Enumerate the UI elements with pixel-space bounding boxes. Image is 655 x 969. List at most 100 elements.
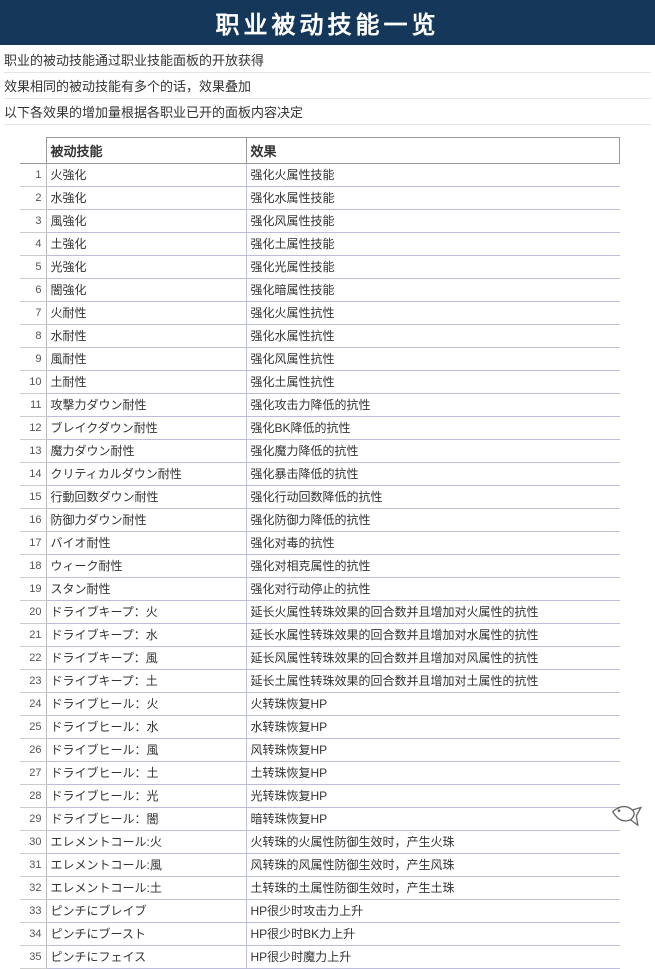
row-skill: スタン耐性 [46, 578, 246, 601]
row-skill: 光強化 [46, 256, 246, 279]
table-row: 27ドライブヒール：土土转珠恢复HP [20, 762, 620, 785]
table-row: 20ドライブキープ：火延长火属性转珠效果的回合数并且增加对火属性的抗性 [20, 601, 620, 624]
row-skill: エレメントコール:風 [46, 854, 246, 877]
row-index: 20 [20, 601, 46, 624]
row-effect: 暗转珠恢复HP [246, 808, 620, 831]
row-index: 32 [20, 877, 46, 900]
row-index: 3 [20, 210, 46, 233]
table-row: 9風耐性强化风属性抗性 [20, 348, 620, 371]
row-effect: 强化暗属性技能 [246, 279, 620, 302]
row-index: 17 [20, 532, 46, 555]
row-effect: 风转珠的风属性防御生效时，产生风珠 [246, 854, 620, 877]
row-index: 5 [20, 256, 46, 279]
table-row: 4土強化强化土属性技能 [20, 233, 620, 256]
row-effect: 强化对毒的抗性 [246, 532, 620, 555]
row-skill: ウィーク耐性 [46, 555, 246, 578]
table-row: 18ウィーク耐性强化对相克属性的抗性 [20, 555, 620, 578]
row-effect: 风转珠恢复HP [246, 739, 620, 762]
row-effect: 强化暴击降低的抗性 [246, 463, 620, 486]
row-skill: ドライブヒール：闇 [46, 808, 246, 831]
row-effect: 光转珠恢复HP [246, 785, 620, 808]
table-row: 28ドライブヒール：光光转珠恢复HP [20, 785, 620, 808]
row-index: 10 [20, 371, 46, 394]
row-skill: バイオ耐性 [46, 532, 246, 555]
row-effect: 延长火属性转珠效果的回合数并且增加对火属性的抗性 [246, 601, 620, 624]
table-row: 19スタン耐性强化对行动停止的抗性 [20, 578, 620, 601]
table-row: 25ドライブヒール：水水转珠恢复HP [20, 716, 620, 739]
row-index: 4 [20, 233, 46, 256]
row-effect: 土转珠的土属性防御生效时，产生土珠 [246, 877, 620, 900]
row-effect: HP很少时魔力上升 [246, 946, 620, 969]
table-row: 11攻撃力ダウン耐性强化攻击力降低的抗性 [20, 394, 620, 417]
table-row: 24ドライブヒール：火火转珠恢复HP [20, 693, 620, 716]
row-index: 26 [20, 739, 46, 762]
row-skill: 風強化 [46, 210, 246, 233]
row-effect: 水转珠恢复HP [246, 716, 620, 739]
row-skill: ドライブヒール：土 [46, 762, 246, 785]
row-skill: ピンチにフェイス [46, 946, 246, 969]
row-index: 15 [20, 486, 46, 509]
table-row: 8水耐性强化水属性抗性 [20, 325, 620, 348]
page-title: 职业被动技能一览 [0, 0, 655, 45]
table-row: 26ドライブヒール：風风转珠恢复HP [20, 739, 620, 762]
row-effect: 土转珠恢复HP [246, 762, 620, 785]
row-index: 29 [20, 808, 46, 831]
intro-line: 以下各效果的增加量根据各职业已开的面板内容决定 [4, 99, 651, 125]
row-skill: ドライブヒール：風 [46, 739, 246, 762]
row-effect: 延长风属性转珠效果的回合数并且增加对风属性的抗性 [246, 647, 620, 670]
row-effect: 强化水属性技能 [246, 187, 620, 210]
row-skill: ドライブヒール：火 [46, 693, 246, 716]
table-row: 23ドライブキープ：土延长土属性转珠效果的回合数并且增加对土属性的抗性 [20, 670, 620, 693]
row-index: 24 [20, 693, 46, 716]
table-row: 1火強化强化火属性技能 [20, 164, 620, 187]
row-skill: 行動回数ダウン耐性 [46, 486, 246, 509]
row-index: 35 [20, 946, 46, 969]
intro-line: 效果相同的被动技能有多个的话，效果叠加 [4, 73, 651, 99]
table-row: 5光強化强化光属性技能 [20, 256, 620, 279]
row-effect: 强化魔力降低的抗性 [246, 440, 620, 463]
row-index: 14 [20, 463, 46, 486]
row-effect: HP很少时BK力上升 [246, 923, 620, 946]
table-row: 12ブレイクダウン耐性强化BK降低的抗性 [20, 417, 620, 440]
table-row: 16防御力ダウン耐性强化防御力降低的抗性 [20, 509, 620, 532]
row-effect: 强化土属性技能 [246, 233, 620, 256]
row-skill: ピンチにブースト [46, 923, 246, 946]
row-effect: 火转珠的火属性防御生效时，产生火珠 [246, 831, 620, 854]
row-skill: エレメントコール:火 [46, 831, 246, 854]
row-effect: 强化风属性抗性 [246, 348, 620, 371]
row-effect: 强化火属性抗性 [246, 302, 620, 325]
row-skill: 土耐性 [46, 371, 246, 394]
row-skill: 闇強化 [46, 279, 246, 302]
row-skill: 火耐性 [46, 302, 246, 325]
row-effect: 火转珠恢复HP [246, 693, 620, 716]
table-row: 32エレメントコール:土土转珠的土属性防御生效时，产生土珠 [20, 877, 620, 900]
row-index: 8 [20, 325, 46, 348]
table-row: 21ドライブキープ：水延长水属性转珠效果的回合数并且增加对水属性的抗性 [20, 624, 620, 647]
table-row: 33ピンチにブレイブHP很少时攻击力上升 [20, 900, 620, 923]
row-index: 25 [20, 716, 46, 739]
row-effect: 强化火属性技能 [246, 164, 620, 187]
col-index [20, 138, 46, 164]
row-index: 30 [20, 831, 46, 854]
row-skill: 魔力ダウン耐性 [46, 440, 246, 463]
row-skill: ドライブキープ：水 [46, 624, 246, 647]
row-skill: ドライブヒール：光 [46, 785, 246, 808]
row-skill: ドライブキープ：火 [46, 601, 246, 624]
table-row: 10土耐性强化土属性抗性 [20, 371, 620, 394]
table-row: 34ピンチにブーストHP很少时BK力上升 [20, 923, 620, 946]
row-skill: 火強化 [46, 164, 246, 187]
col-skill: 被动技能 [46, 138, 246, 164]
row-skill: ピンチにブレイブ [46, 900, 246, 923]
intro-block: 职业的被动技能通过职业技能面板的开放获得 效果相同的被动技能有多个的话，效果叠加… [0, 45, 655, 127]
row-effect: 强化对行动停止的抗性 [246, 578, 620, 601]
row-effect: 延长土属性转珠效果的回合数并且增加对土属性的抗性 [246, 670, 620, 693]
table-row: 22ドライブキープ：風延长风属性转珠效果的回合数并且增加对风属性的抗性 [20, 647, 620, 670]
row-index: 9 [20, 348, 46, 371]
row-index: 11 [20, 394, 46, 417]
row-effect: 强化风属性技能 [246, 210, 620, 233]
table-row: 31エレメントコール:風风转珠的风属性防御生效时，产生风珠 [20, 854, 620, 877]
row-index: 31 [20, 854, 46, 877]
table-row: 6闇強化强化暗属性技能 [20, 279, 620, 302]
row-skill: 水耐性 [46, 325, 246, 348]
row-index: 18 [20, 555, 46, 578]
